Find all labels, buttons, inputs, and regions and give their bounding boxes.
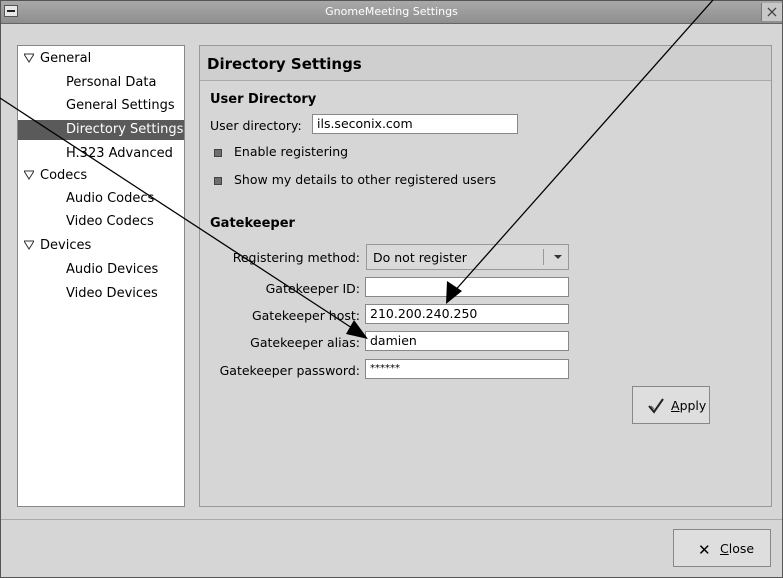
tree-item-directory-settings[interactable]: Directory Settings [18,120,184,140]
expander-down-icon[interactable] [24,53,34,63]
page-title: Directory Settings [207,55,362,73]
tree-item-audio-devices[interactable]: Audio Devices [66,260,158,280]
tree-group-label: Codecs [40,168,88,183]
tree-item-video-devices[interactable]: Video Devices [66,284,158,304]
panel-header: Directory Settings [200,46,771,81]
chevron-down-icon[interactable] [554,255,562,259]
tree-group-devices[interactable]: Devices [24,236,91,256]
show-details-label[interactable]: Show my details to other registered user… [234,172,496,187]
gatekeeper-alias-input[interactable]: damien [365,331,569,351]
tree-item-h323-advanced[interactable]: H.323 Advanced [66,144,173,164]
title-bar[interactable]: GnomeMeeting Settings ⨯ [1,1,782,24]
x-icon: ✕ [698,541,711,559]
user-directory-label: User directory: [210,118,302,133]
category-tree: General Personal Data General Settings D… [17,45,185,507]
tree-group-codecs[interactable]: Codecs [24,166,87,186]
settings-window: GnomeMeeting Settings ⨯ General Personal… [0,0,783,578]
tree-item-audio-codecs[interactable]: Audio Codecs [66,189,154,209]
window-close-icon[interactable]: ⨯ [761,3,782,21]
apply-button[interactable]: Apply [632,386,710,424]
tree-group-label: General [40,51,92,66]
section-title-gatekeeper: Gatekeeper [210,216,295,231]
settings-panel: Directory Settings User Directory User d… [199,45,772,507]
enable-registering-checkbox[interactable] [214,149,222,157]
tree-group-general[interactable]: General [24,49,91,69]
gatekeeper-password-label: Gatekeeper password: [219,363,360,378]
tree-item-video-codecs[interactable]: Video Codecs [66,212,154,232]
gatekeeper-id-label: Gatekeeper ID: [265,281,360,296]
user-directory-input[interactable]: ils.seconix.com [312,114,518,134]
expander-down-icon[interactable] [24,240,34,250]
section-title-user-directory: User Directory [210,92,317,107]
registering-method-value: Do not register [373,250,467,265]
gatekeeper-id-input[interactable] [365,277,569,297]
combo-separator [543,249,544,265]
gatekeeper-host-label: Gatekeeper host: [251,308,360,323]
enable-registering-label[interactable]: Enable registering [234,144,348,159]
close-button[interactable]: ✕ Close [673,529,771,567]
registering-method-select[interactable]: Do not register [366,244,569,270]
tree-item-personal-data[interactable]: Personal Data [66,73,156,93]
footer-divider [1,519,782,520]
apply-button-label: Apply [671,398,707,413]
expander-down-icon[interactable] [24,170,34,180]
tree-group-label: Devices [40,238,92,253]
close-button-label: Close [720,541,755,556]
gatekeeper-alias-label: Gatekeeper alias: [250,335,360,350]
show-details-checkbox[interactable] [214,177,222,185]
checkmark-icon [647,397,665,418]
gatekeeper-host-input[interactable]: 210.200.240.250 [365,304,569,324]
tree-item-general-settings[interactable]: General Settings [66,96,175,116]
gatekeeper-password-input[interactable]: ****** [365,359,569,379]
window-title: GnomeMeeting Settings [325,5,458,18]
registering-method-label: Registering method: [232,250,360,265]
